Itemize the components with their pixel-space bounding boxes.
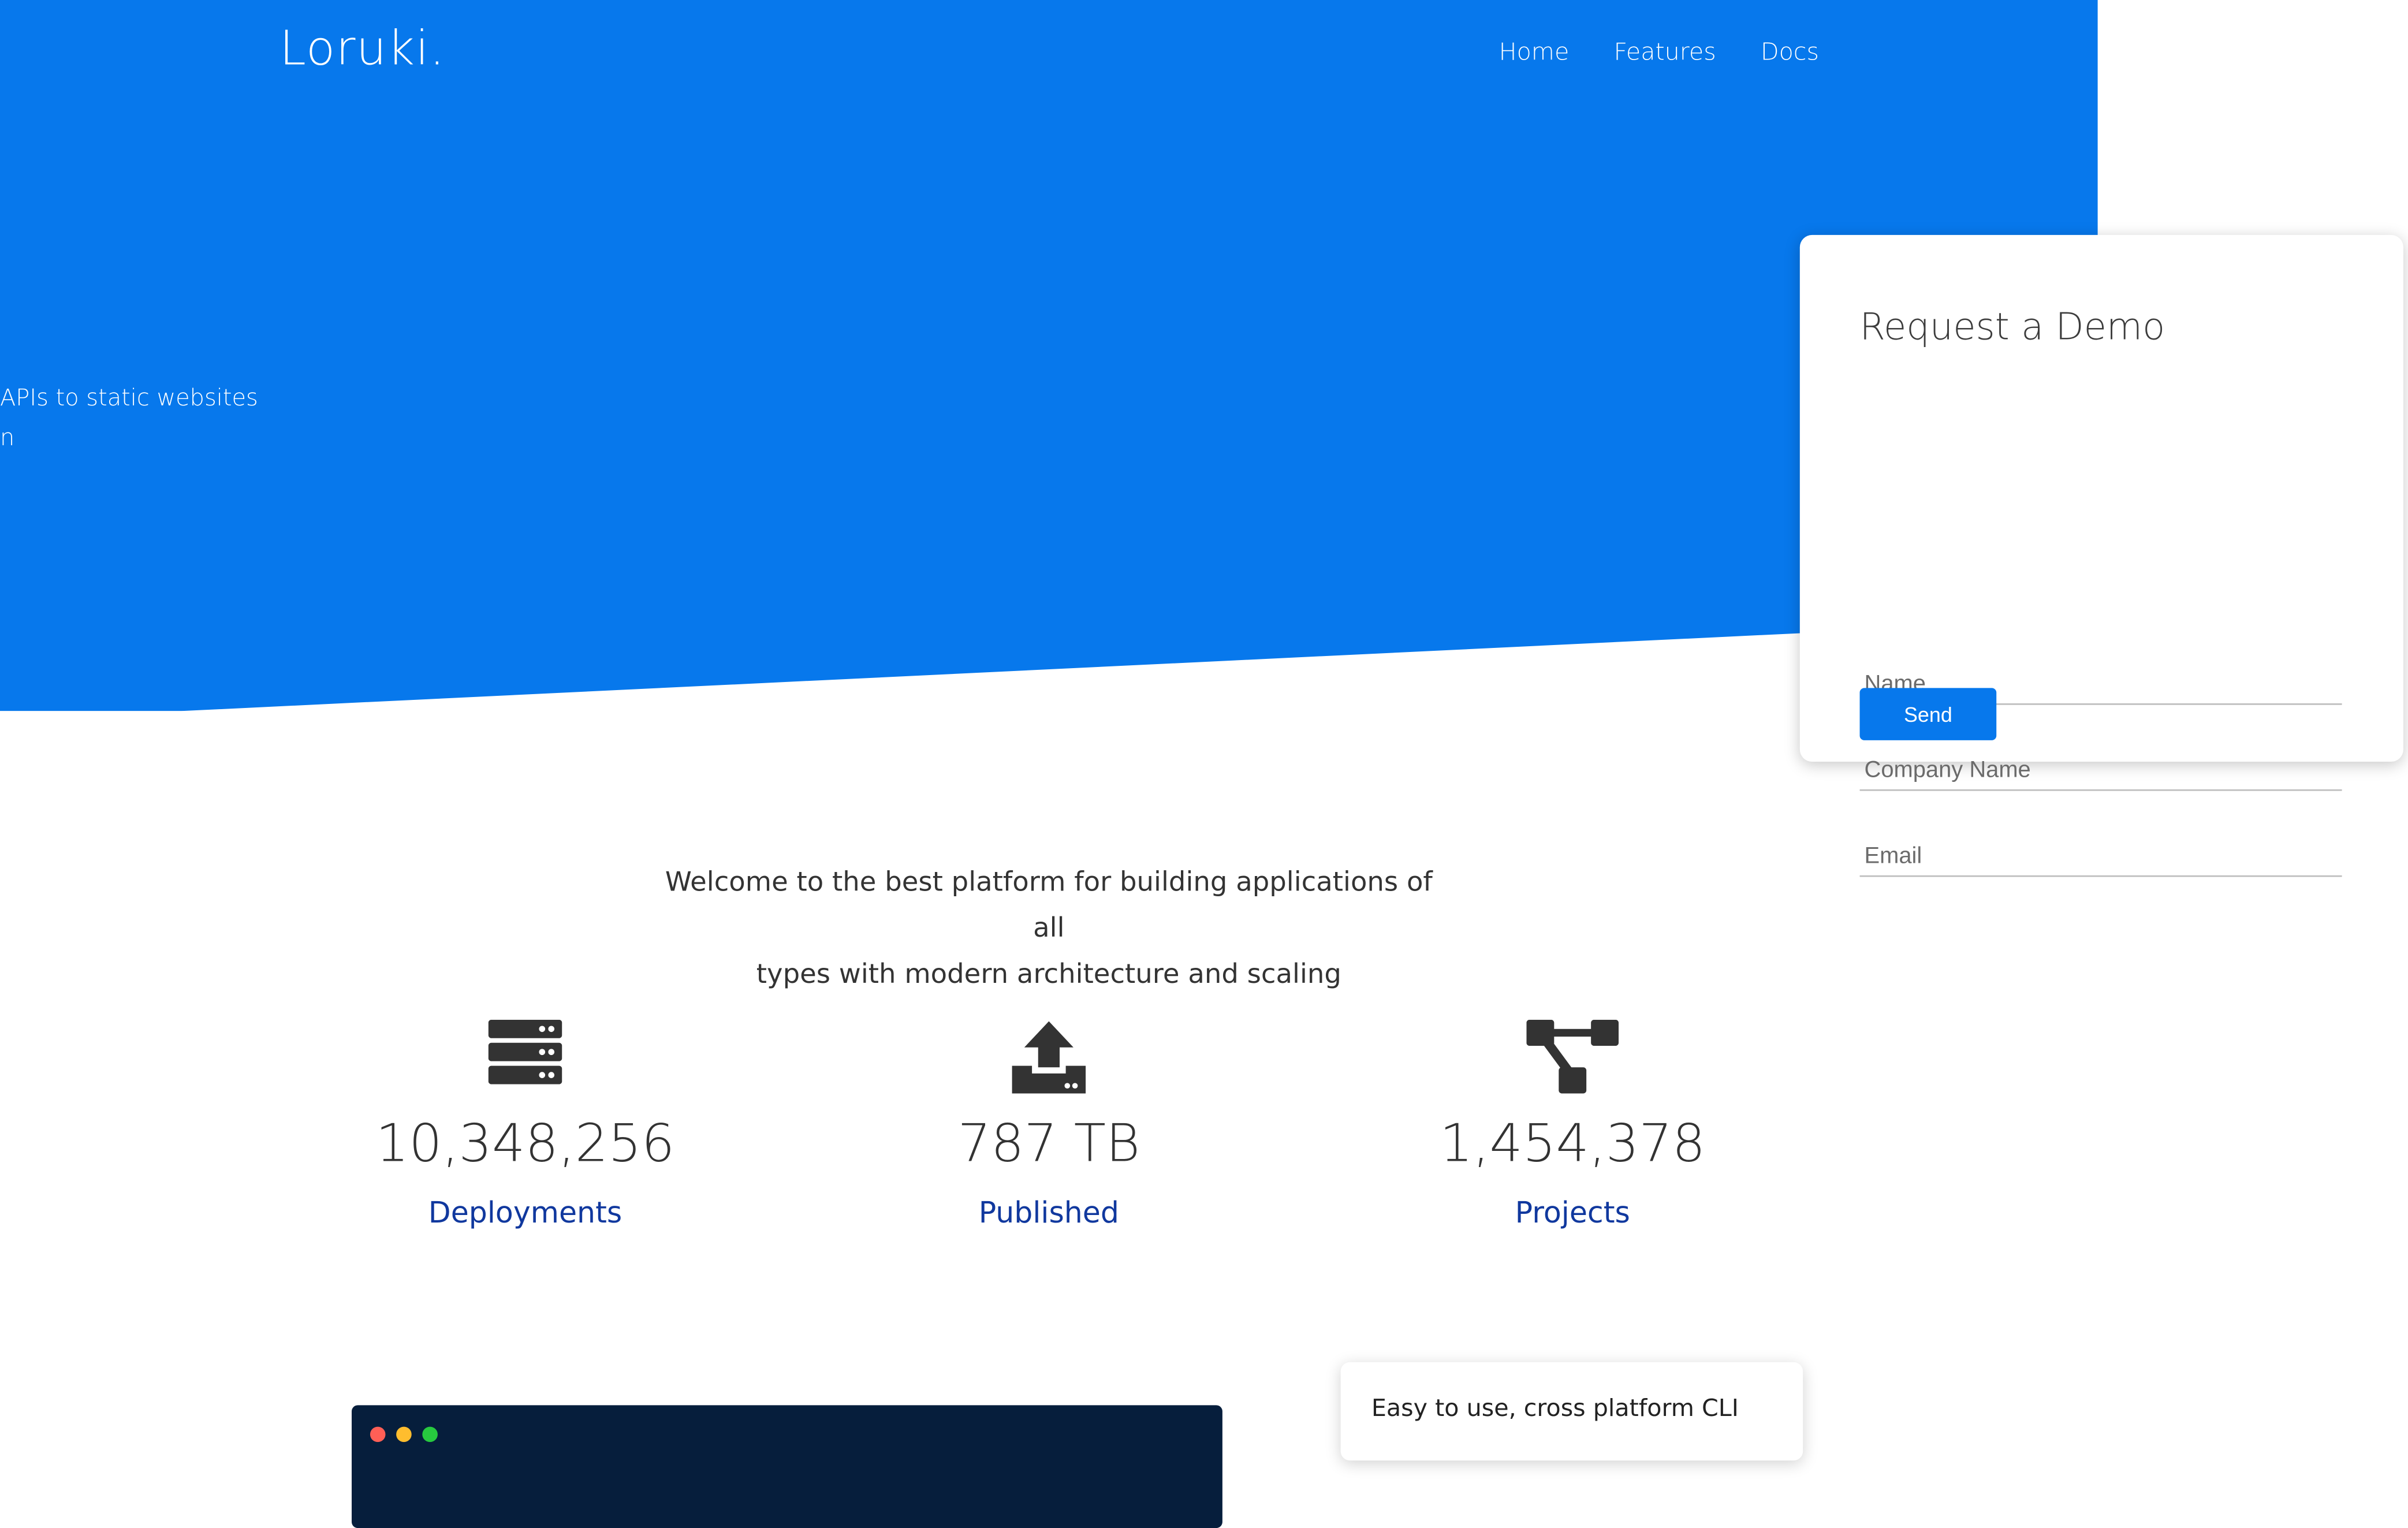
stat-label: Published [978,1196,1119,1231]
send-button[interactable]: Send [1859,688,1997,740]
feature-card-text: Easy to use, cross platform CLI [1371,1394,1739,1422]
stat-published: 787 TB Published [818,1020,1279,1232]
hero-background [0,0,2098,711]
nav-docs-link[interactable]: Docs [1761,38,1819,66]
welcome-text-line-1: Welcome to the best platform for buildin… [665,867,1433,945]
stat-deployments: 10,348,256 Deployments [295,1019,756,1232]
stat-value: 1,454,378 [1440,1113,1706,1175]
company-name-input[interactable] [1859,751,2342,791]
stat-value: 787 TB [957,1113,1140,1175]
hero-tagline-line-1: APIs to static websites for [0,383,264,412]
welcome-text: Welcome to the best platform for buildin… [665,860,1433,998]
request-demo-title: Request a Demo [1859,305,2165,349]
terminal-window [352,1405,1222,1528]
hero-tagline-line-2: n [0,423,15,452]
nav-home-link[interactable]: Home [1499,38,1570,66]
upload-icon [818,1020,1279,1100]
terminal-maximize-dot [422,1426,438,1443]
main-nav: Home Features Docs [1499,38,1819,66]
page: Loruki. Home Features Docs APIs to stati… [0,0,2408,1528]
feature-card-cli: Easy to use, cross platform CLI [1340,1362,1803,1461]
stat-projects: 1,454,378 Projects [1342,1019,1803,1232]
logo[interactable]: Loruki. [279,21,445,77]
nav-features-link[interactable]: Features [1613,38,1716,66]
request-demo-card: Request a Demo Send [1799,234,2403,877]
stat-label: Projects [1515,1196,1630,1231]
server-icon [295,1019,756,1100]
terminal-close-dot [370,1426,386,1443]
email-input[interactable] [1859,837,2342,877]
welcome-text-line-2: types with modern architecture and scali… [756,960,1341,991]
stat-value: 10,348,256 [375,1113,675,1175]
hero-tagline: APIs to static websites for n [0,378,264,457]
stat-label: Deployments [428,1196,622,1231]
terminal-minimize-dot [396,1426,412,1443]
project-diagram-icon [1342,1019,1803,1100]
